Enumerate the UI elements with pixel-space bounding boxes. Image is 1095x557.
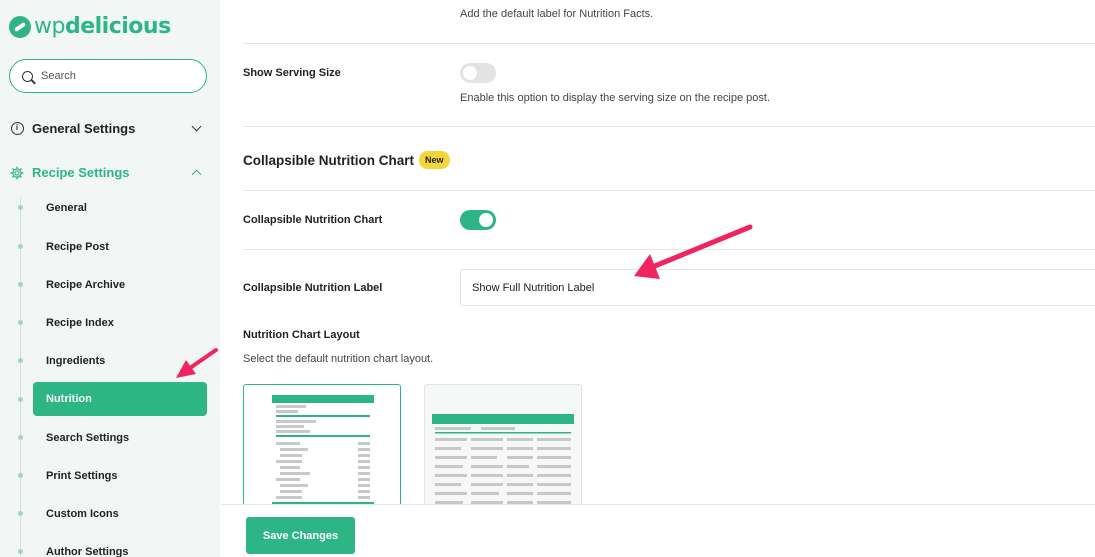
divider	[243, 190, 1095, 191]
divider	[243, 126, 1095, 127]
toggle-knob	[463, 66, 477, 80]
sidebar: wpdelicious i General Settings Recipe Se…	[0, 0, 220, 557]
subnav-dot	[18, 282, 23, 287]
horizontal-layout-preview-icon	[432, 414, 574, 504]
nav-recipe-settings-label: Recipe Settings	[32, 165, 130, 180]
nav-recipe-settings[interactable]: Recipe Settings	[10, 165, 206, 180]
new-badge: New	[419, 151, 450, 169]
subnav-dot	[18, 397, 23, 402]
whisk-logo-icon	[9, 15, 31, 38]
nav-general-settings-label: General Settings	[32, 121, 136, 136]
sidebar-item-search-settings[interactable]: Search Settings	[33, 421, 207, 455]
sidebar-item-author-settings[interactable]: Author Settings	[33, 535, 207, 557]
sidebar-item-recipe-archive[interactable]: Recipe Archive	[33, 268, 207, 302]
sidebar-item-custom-icons[interactable]: Custom Icons	[33, 497, 207, 531]
collapsible-label-label: Collapsible Nutrition Label	[243, 282, 383, 294]
layout-option-vertical[interactable]	[243, 384, 401, 509]
search-input[interactable]	[41, 70, 191, 82]
save-changes-button[interactable]: Save Changes	[246, 517, 355, 554]
search-box[interactable]	[9, 59, 207, 93]
logo-text: wpdelicious	[34, 14, 171, 39]
subnav-dot	[18, 473, 23, 478]
settings-panel: Add the default label for Nutrition Fact…	[221, 0, 1095, 557]
info-icon: i	[10, 122, 24, 136]
subnav-dot	[18, 244, 23, 249]
chevron-down-icon	[191, 121, 202, 132]
sidebar-item-ingredients[interactable]: Ingredients	[33, 344, 207, 378]
collapsible-section-title: Collapsible Nutrition Chart New	[243, 151, 450, 169]
show-serving-size-toggle[interactable]	[460, 63, 496, 83]
sidebar-item-recipe-index[interactable]: Recipe Index	[33, 306, 207, 340]
subnav-dot	[18, 205, 23, 210]
wpdelicious-logo[interactable]: wpdelicious	[9, 14, 171, 39]
layout-option-horizontal[interactable]	[424, 384, 582, 509]
divider	[243, 43, 1095, 44]
chart-layout-label: Nutrition Chart Layout	[243, 329, 360, 341]
subnav-dot	[18, 435, 23, 440]
chevron-up-icon	[191, 169, 202, 180]
subnav-dot	[18, 511, 23, 516]
divider	[243, 249, 1095, 250]
nutrition-label-description: Add the default label for Nutrition Fact…	[460, 8, 654, 20]
gear-icon	[10, 165, 24, 180]
subnav-line	[20, 197, 21, 557]
subnav-dot	[18, 549, 23, 554]
vertical-layout-preview-icon	[272, 395, 374, 505]
footer-bar: Save Changes	[221, 504, 1095, 557]
show-serving-size-description: Enable this option to display the servin…	[460, 92, 771, 104]
sidebar-item-general[interactable]: General	[33, 191, 207, 225]
subnav-dot	[18, 320, 23, 325]
sidebar-item-print-settings[interactable]: Print Settings	[33, 459, 207, 493]
chart-layout-description: Select the default nutrition chart layou…	[243, 353, 434, 365]
sidebar-item-nutrition[interactable]: Nutrition	[33, 382, 207, 416]
toggle-knob	[479, 213, 493, 227]
sidebar-item-recipe-post[interactable]: Recipe Post	[33, 230, 207, 264]
subnav-dot	[18, 358, 23, 363]
collapsible-chart-toggle[interactable]	[460, 210, 496, 230]
collapsible-chart-label: Collapsible Nutrition Chart	[243, 214, 383, 226]
show-serving-size-label: Show Serving Size	[243, 67, 341, 79]
collapsible-label-input[interactable]	[460, 269, 1095, 306]
search-icon	[22, 70, 33, 82]
collapsible-section-title-text: Collapsible Nutrition Chart	[243, 152, 415, 168]
nav-general-settings[interactable]: i General Settings	[10, 121, 206, 136]
